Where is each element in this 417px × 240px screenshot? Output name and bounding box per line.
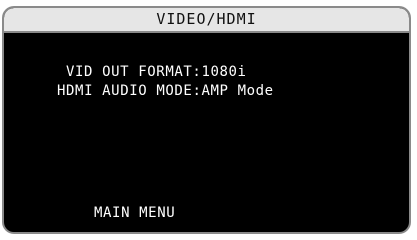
page-title: VIDEO/HDMI bbox=[156, 10, 257, 28]
setting-video-output-format[interactable]: VID OUT FORMAT:1080i bbox=[66, 64, 247, 80]
main-menu-item[interactable]: MAIN MENU bbox=[94, 205, 175, 221]
setting-value: 1080i bbox=[201, 64, 247, 80]
osd-panel: VIDEO/HDMI VID OUT FORMAT:1080i HDMI AUD… bbox=[2, 6, 411, 234]
screen: VIDEO/HDMI VID OUT FORMAT:1080i HDMI AUD… bbox=[0, 0, 417, 240]
setting-label: HDMI AUDIO MODE bbox=[57, 83, 193, 99]
setting-hdmi-audio-mode[interactable]: HDMI AUDIO MODE:AMP Mode bbox=[57, 83, 274, 99]
setting-value: AMP Mode bbox=[201, 83, 274, 99]
setting-label: VID OUT FORMAT bbox=[66, 64, 193, 80]
title-bar: VIDEO/HDMI bbox=[4, 8, 409, 33]
